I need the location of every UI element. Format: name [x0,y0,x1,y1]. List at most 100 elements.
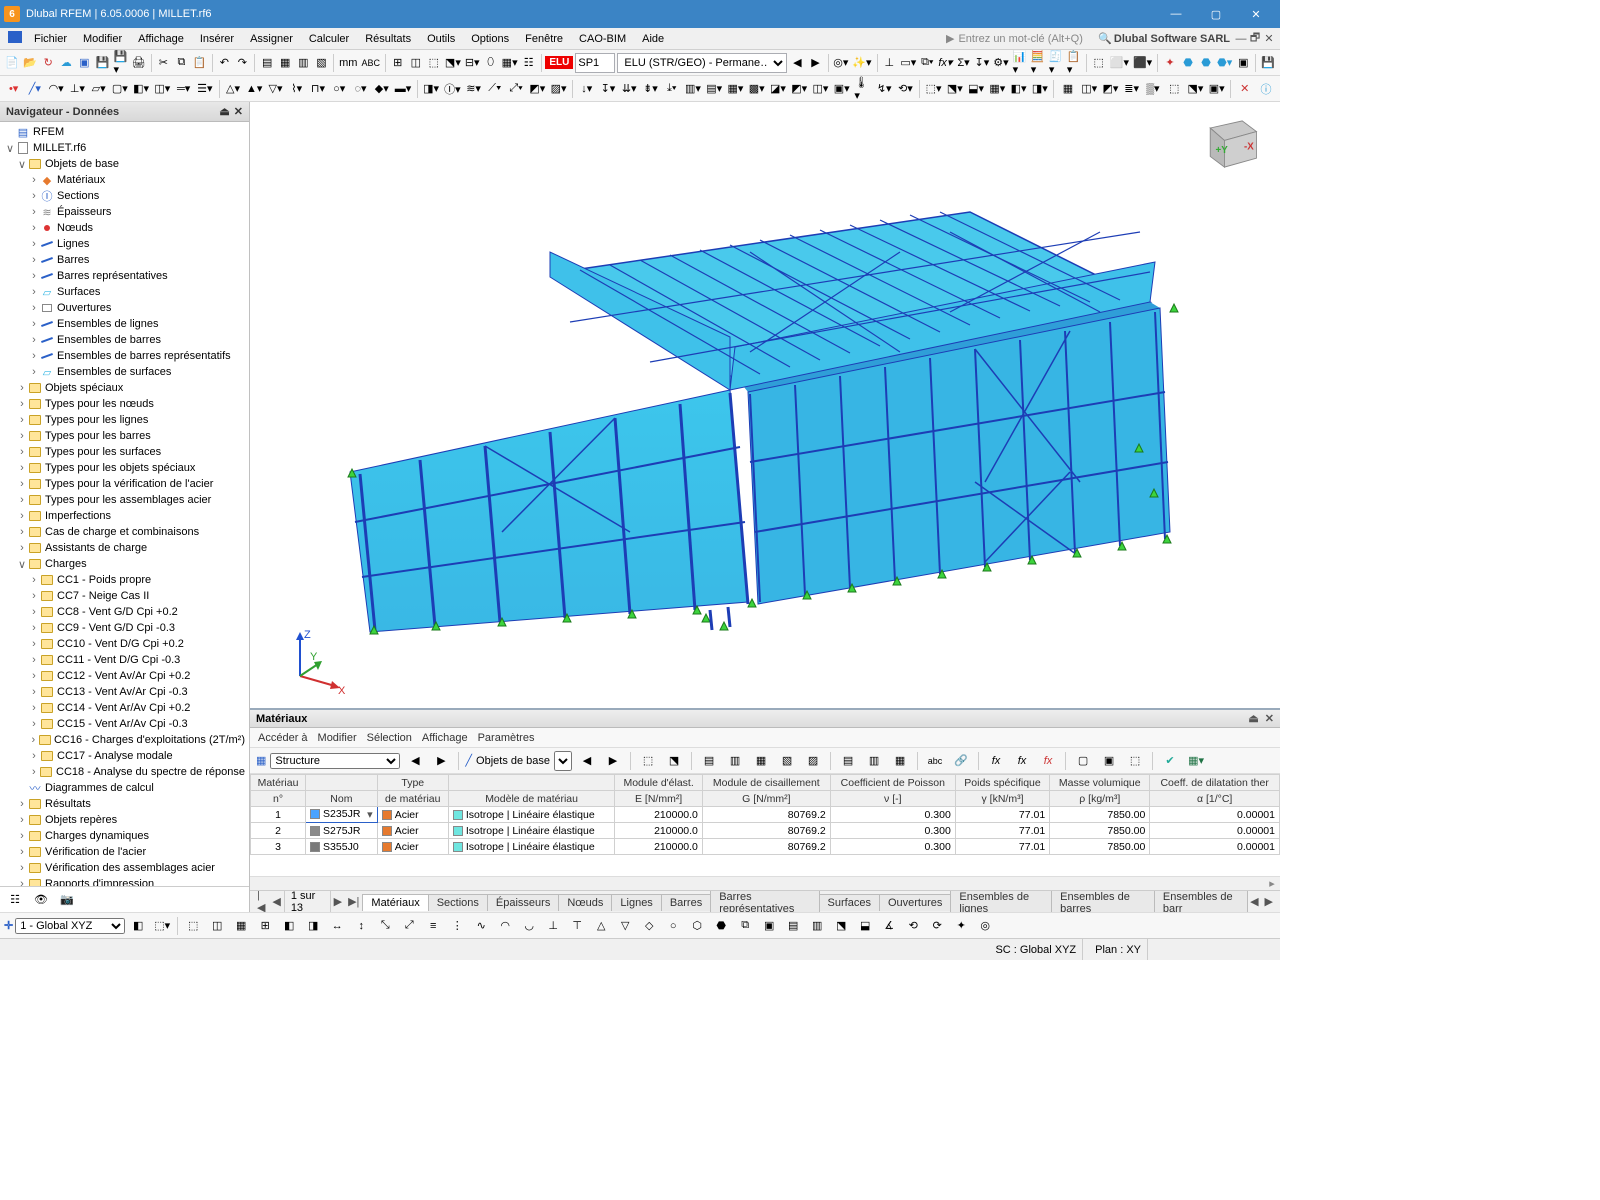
tree-mid-2[interactable]: ›Types pour les lignes [0,412,249,428]
nav-views-button[interactable]: ▥ [295,52,311,74]
sl3-icon[interactable]: ◫▾ [811,78,830,100]
tbl-d2-icon[interactable]: ▥ [863,750,885,772]
tbl-fx2-icon[interactable]: fx [1011,750,1033,772]
table-row[interactable]: 1 S235JR ▾ Acier Isotrope | Linéaire éla… [251,807,1280,823]
bt-tool-20-icon[interactable]: ○ [662,915,684,937]
render-b-icon[interactable]: ⬜▾ [1109,52,1130,74]
tree-cc-2[interactable]: ›CC8 - Vent G/D Cpi +0.2 [0,604,249,620]
misc2-icon[interactable]: ▨▾ [549,78,568,100]
pl4-icon[interactable]: ⇟▾ [641,78,660,100]
tree-obj-1[interactable]: ›ⒾSections [0,188,249,204]
tree-cc-0[interactable]: ›CC1 - Poids propre [0,572,249,588]
sl1-icon[interactable]: ◪▾ [768,78,787,100]
menu-insérer[interactable]: Insérer [192,31,242,47]
tbl-c4-icon[interactable]: ▧ [776,750,798,772]
tool-h-button[interactable]: ☷ [521,52,537,74]
table-row[interactable]: 3 S355J0 Acier Isotrope | Linéaire élast… [251,839,1280,855]
bt-tool-12-icon[interactable]: ∿ [470,915,492,937]
window-close-button[interactable]: ✕ [1236,0,1276,28]
tree-charges[interactable]: ∨Charges [0,556,249,572]
doc-icon[interactable]: 📋▾ [1066,52,1082,74]
tree-mid-0[interactable]: ›Objets spéciaux [0,380,249,396]
tree-obj-2[interactable]: ›≋Épaisseurs [0,204,249,220]
nav-close-icon[interactable]: ✕ [234,105,243,118]
tree-mid-6[interactable]: ›Types pour la vérification de l'acier [0,476,249,492]
view1-icon[interactable]: ▦ [1058,78,1077,100]
tool-c-button[interactable]: ⬚ [426,52,442,74]
bt-tool-14-icon[interactable]: ◡ [518,915,540,937]
bt-tool-0-icon[interactable]: ⬚ [182,915,204,937]
tree-mid-3[interactable]: ›Types pour les barres [0,428,249,444]
new-button[interactable]: 📄 [4,52,20,74]
tree-tail-6[interactable]: ›Rapports d'impression [0,876,249,886]
search-icon[interactable]: 🔍 [1096,32,1114,45]
tree-obj-9[interactable]: ›Ensembles de lignes [0,316,249,332]
pl2-icon[interactable]: ↧▾ [598,78,617,100]
scope-icon[interactable]: ✦ [1162,52,1178,74]
cut-icon[interactable]: ⟋▾ [485,78,504,100]
print-button[interactable]: 🖨 [131,52,147,74]
tree-cc-1[interactable]: ›CC7 - Neige Cas II [0,588,249,604]
doc-close-button[interactable]: ✕ [1262,32,1276,45]
mat-icon[interactable]: ◨▾ [421,78,440,100]
rib-icon[interactable]: ▬▾ [393,78,412,100]
table-row[interactable]: 2 S275JR Acier Isotrope | Linéaire élast… [251,823,1280,839]
thick-icon[interactable]: ≋▾ [464,78,483,100]
tree-cc-8[interactable]: ›CC14 - Vent Ar/Av Cpi +0.2 [0,700,249,716]
doc-minimize-button[interactable]: — [1234,33,1248,45]
coord-system-combo[interactable]: 1 - Global XYZ [15,918,125,934]
layer-icon[interactable]: ≣▾ [1122,78,1141,100]
tree-cc-5[interactable]: ›CC11 - Vent D/G Cpi -0.3 [0,652,249,668]
tree-obj-5[interactable]: ›Barres [0,252,249,268]
pg-last-button[interactable]: ▶| [345,895,362,908]
redo-button[interactable]: ↷ [234,52,250,74]
tab-8[interactable]: Ouvertures [879,894,951,911]
tbl-d3-icon[interactable]: ▦ [889,750,911,772]
tool-f-button[interactable]: ⬯ [483,52,499,74]
open-button[interactable]: 📂 [22,52,38,74]
bt-tool-31-icon[interactable]: ⟳ [926,915,948,937]
pl1-icon[interactable]: ↓▾ [577,78,596,100]
opening-icon[interactable]: ▢▾ [110,78,129,100]
report-icon[interactable]: 🧾▾ [1048,52,1064,74]
reload-button[interactable]: ↻ [40,52,56,74]
setline-icon[interactable]: ═▾ [174,78,193,100]
fx-button[interactable]: fx▾ [937,52,953,74]
paste-button[interactable]: 📋 [191,52,207,74]
keyword-search[interactable]: ▶ Entrez un mot-clé (Alt+Q) [941,30,1088,47]
arc-icon[interactable]: ◠▾ [47,78,66,100]
tab-4[interactable]: Lignes [611,894,661,911]
tree-cc-12[interactable]: ›CC18 - Analyse du spectre de réponse [0,764,249,780]
side-icon[interactable]: ▣ [1235,52,1251,74]
units-button[interactable]: mm [338,52,358,74]
spring-icon[interactable]: ⌇▾ [287,78,306,100]
cube-a-icon[interactable]: ⬣ [1180,52,1196,74]
tab-scroll-left-button[interactable]: ◀ [1247,895,1261,908]
bt-tool-30-icon[interactable]: ⟲ [902,915,924,937]
tree-obj-4[interactable]: ›Lignes [0,236,249,252]
tree-mid-5[interactable]: ›Types pour les objets spéciaux [0,460,249,476]
sp-input[interactable] [575,53,615,73]
res2-icon[interactable]: ⬔▾ [945,78,964,100]
dl3-icon[interactable]: ▦▾ [726,78,745,100]
structure-combo[interactable]: Structure [270,753,400,769]
tbl-sel1-icon[interactable]: ⬚ [637,750,659,772]
menu-fichier[interactable]: Fichier [26,31,75,47]
table-close-icon[interactable]: ✕ [1265,712,1274,725]
cut-button[interactable]: ✂ [155,52,171,74]
tree-tail-5[interactable]: ›Vérification des assemblages acier [0,860,249,876]
tbl-f3-icon[interactable]: ⬚ [1124,750,1146,772]
grid3d-icon[interactable]: ⧉▾ [919,52,935,74]
solid-icon[interactable]: ◧▾ [132,78,151,100]
tree-obj-7[interactable]: ›▱Surfaces [0,284,249,300]
undo-button[interactable]: ↶ [216,52,232,74]
sl4-icon[interactable]: ▣▾ [832,78,851,100]
pg-prev-button[interactable]: ◀ [269,895,283,908]
menu-assigner[interactable]: Assigner [242,31,301,47]
dl2-icon[interactable]: ▤▾ [705,78,724,100]
model-viewport[interactable]: +Y -X Z X Y [250,102,1280,708]
table-grid[interactable]: MatériauTypeModule d'élast.Module de cis… [250,774,1280,876]
tab-10[interactable]: Ensembles de barres [1051,890,1155,912]
tbl-sel2-icon[interactable]: ⬔ [663,750,685,772]
tree-cc-11[interactable]: ›CC17 - Analyse modale [0,748,249,764]
